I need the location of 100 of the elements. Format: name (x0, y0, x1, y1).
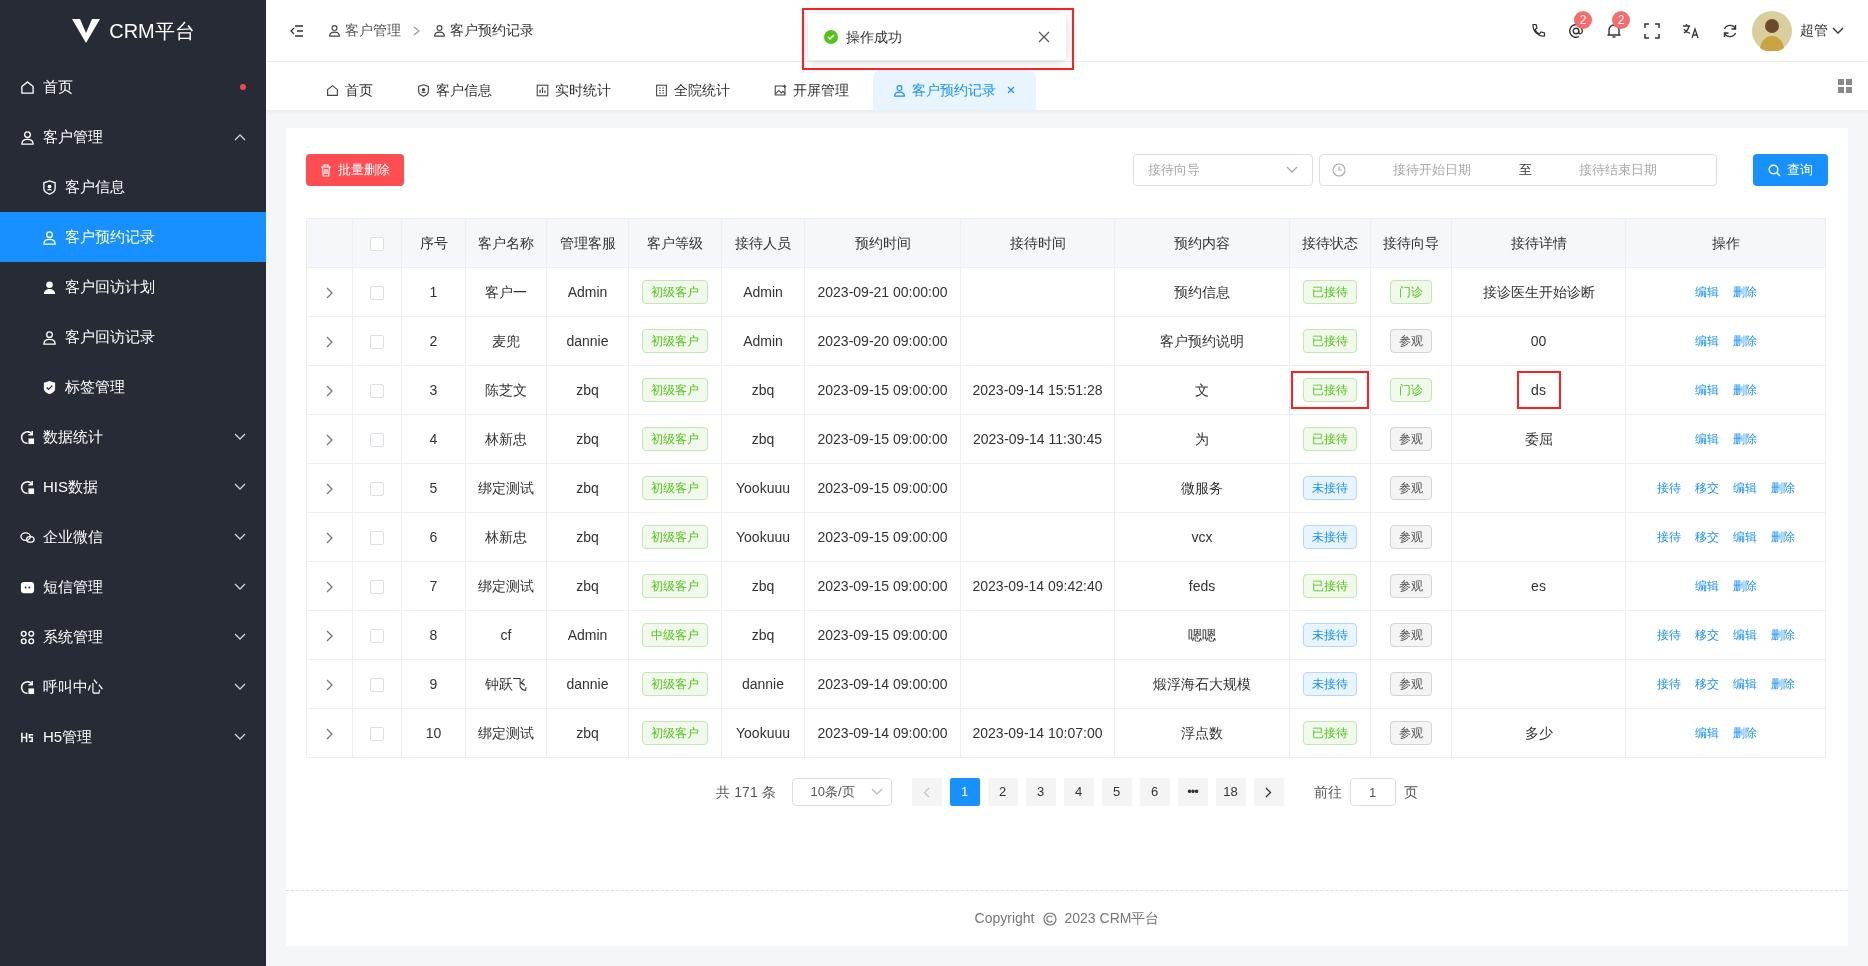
table-cell: 委屈 (1524, 430, 1553, 447)
guide-tag: 参观 (1390, 476, 1432, 500)
close-icon[interactable] (1038, 31, 1050, 43)
action-link[interactable]: 接待 (1656, 626, 1681, 644)
bell-icon[interactable] (1606, 22, 1622, 39)
translate-icon[interactable] (1682, 22, 1700, 39)
menu-item[interactable]: H5管理 (0, 712, 266, 762)
grid-icon[interactable] (1838, 79, 1852, 93)
page-input[interactable]: 1 (1349, 778, 1396, 806)
checkbox[interactable] (370, 677, 384, 692)
menu-item[interactable]: 首页 (0, 62, 266, 112)
breadcrumb-link[interactable]: 客户预约记录 (433, 20, 534, 41)
menu-item[interactable]: 数据统计 (0, 412, 266, 462)
table-cell: 为 (1195, 430, 1209, 447)
tab[interactable]: 首页 (306, 70, 393, 110)
action-link[interactable]: 编辑 (1694, 332, 1719, 350)
next-page-button[interactable] (1253, 778, 1284, 806)
page-button[interactable]: 2 (987, 778, 1018, 806)
menu-item[interactable]: 客户管理 (0, 112, 266, 162)
submenu-item[interactable]: 客户信息 (0, 162, 266, 212)
page-button[interactable]: 5 (1101, 778, 1132, 806)
page-button[interactable]: 3 (1025, 778, 1056, 806)
checkbox[interactable] (370, 726, 384, 741)
action-link[interactable]: 编辑 (1732, 479, 1757, 497)
more-pages-button[interactable]: ••• (1177, 778, 1208, 806)
submenu-item[interactable]: 标签管理 (0, 362, 266, 412)
customer-name: 林新忠 (485, 528, 527, 545)
column-header: 管理客服 (559, 234, 616, 251)
menu-item[interactable]: 企业微信 (0, 512, 266, 562)
tab[interactable]: 全院统计 (635, 70, 750, 110)
submenu-item[interactable]: 客户回访记录 (0, 312, 266, 362)
tab[interactable]: 实时统计 (516, 70, 631, 110)
checkbox[interactable] (370, 481, 384, 496)
table-cell: feds (1188, 577, 1216, 594)
action-link[interactable]: 删除 (1732, 577, 1757, 595)
page-button[interactable]: 18 (1215, 778, 1246, 806)
tab[interactable]: 开屏管理 (754, 70, 869, 110)
manager-name: dannie (566, 332, 609, 349)
date-range-field[interactable]: 接待开始日期 至 接待结束日期 (1319, 154, 1717, 186)
menu-item[interactable]: 短信管理 (0, 562, 266, 612)
action-link[interactable]: 编辑 (1694, 430, 1719, 448)
action-link[interactable]: 编辑 (1732, 675, 1757, 693)
page-button[interactable]: 6 (1139, 778, 1170, 806)
table-cell: 煅浮海石大规模 (1153, 675, 1251, 692)
trash-icon (320, 163, 332, 177)
action-link[interactable]: 删除 (1770, 528, 1795, 546)
checkbox[interactable] (370, 285, 384, 300)
checkbox[interactable] (370, 383, 384, 398)
checkbox[interactable] (370, 432, 384, 447)
phone-icon[interactable] (1530, 22, 1546, 39)
table-cell: 2023-09-15 09:00:00 (817, 577, 948, 594)
action-link[interactable]: 删除 (1770, 675, 1795, 693)
checkbox[interactable] (370, 334, 384, 349)
action-link[interactable]: 编辑 (1732, 528, 1757, 546)
collapse-menu-icon[interactable] (290, 24, 304, 37)
column-header: 操作 (1711, 234, 1740, 251)
refresh-clock-icon (20, 479, 35, 495)
action-link[interactable]: 删除 (1732, 430, 1757, 448)
checkbox[interactable] (370, 236, 384, 251)
checkbox[interactable] (370, 530, 384, 545)
menu-item[interactable]: HIS数据 (0, 462, 266, 512)
page-button[interactable]: 1 (949, 778, 980, 806)
action-link[interactable]: 移交 (1694, 528, 1719, 546)
action-link[interactable]: 移交 (1694, 675, 1719, 693)
action-link[interactable]: 移交 (1694, 626, 1719, 644)
status-tag: 未接待 (1303, 525, 1357, 549)
page-size-select[interactable]: 10条/页 (791, 778, 892, 806)
refresh-icon[interactable] (1722, 22, 1738, 39)
action-link[interactable]: 删除 (1732, 332, 1757, 350)
fullscreen-icon[interactable] (1644, 22, 1660, 39)
action-link[interactable]: 编辑 (1694, 724, 1719, 742)
action-link[interactable]: 删除 (1732, 283, 1757, 301)
guide-select[interactable]: 接待向导 (1133, 154, 1313, 186)
action-link[interactable]: 编辑 (1694, 381, 1719, 399)
avatar[interactable] (1752, 10, 1792, 51)
checkbox[interactable] (370, 628, 384, 643)
user-menu[interactable]: 超管 (1800, 20, 1828, 41)
action-link[interactable]: 编辑 (1732, 626, 1757, 644)
action-link[interactable]: 编辑 (1694, 577, 1719, 595)
menu-item[interactable]: 系统管理 (0, 612, 266, 662)
tab[interactable]: 客户信息 (397, 70, 512, 110)
submenu-item[interactable]: 客户回访计划 (0, 262, 266, 312)
action-link[interactable]: 接待 (1656, 675, 1681, 693)
tab[interactable]: 客户预约记录 (873, 70, 1036, 110)
action-link[interactable]: 删除 (1770, 626, 1795, 644)
action-link[interactable]: 删除 (1732, 724, 1757, 742)
action-link[interactable]: 接待 (1656, 528, 1681, 546)
breadcrumb-link[interactable]: 客户管理 (328, 20, 401, 41)
action-link[interactable]: 移交 (1694, 479, 1719, 497)
action-link[interactable]: 删除 (1732, 381, 1757, 399)
column-header: 序号 (419, 234, 448, 251)
batch-delete-button[interactable]: 批量删除 (306, 154, 404, 186)
action-link[interactable]: 删除 (1770, 479, 1795, 497)
submenu-item[interactable]: 客户预约记录 (0, 212, 266, 262)
action-link[interactable]: 接待 (1656, 479, 1681, 497)
search-button[interactable]: 查询 (1753, 154, 1828, 186)
checkbox[interactable] (370, 579, 384, 594)
action-link[interactable]: 编辑 (1694, 283, 1719, 301)
menu-item[interactable]: 呼叫中心 (0, 662, 266, 712)
page-button[interactable]: 4 (1063, 778, 1094, 806)
